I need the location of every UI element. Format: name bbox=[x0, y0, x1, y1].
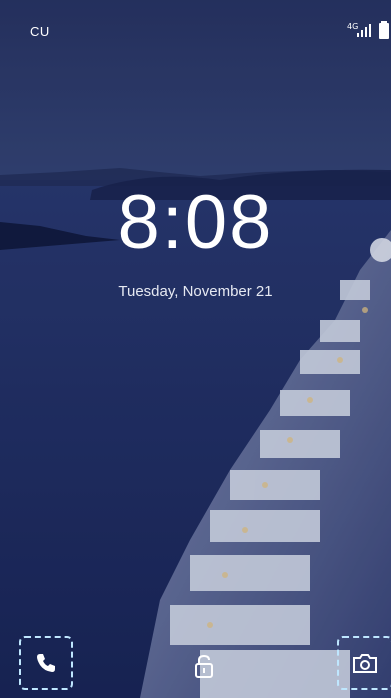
lock-clock: 8:08 bbox=[117, 180, 274, 265]
lock-date: Tuesday, November 21 bbox=[118, 283, 273, 300]
camera-icon bbox=[353, 654, 377, 673]
phone-shortcut-button[interactable] bbox=[19, 636, 73, 690]
signal-bars-icon: 4G bbox=[347, 22, 371, 37]
battery-icon bbox=[379, 21, 389, 39]
network-badge: 4G bbox=[347, 22, 358, 31]
phone-icon bbox=[37, 654, 55, 672]
status-icons: 4G bbox=[347, 19, 391, 39]
carrier-label: CU bbox=[30, 24, 50, 39]
lock-screen: CU 4G 8:08 Tuesday, November 21 bbox=[0, 0, 391, 698]
santorini-wallpaper bbox=[0, 0, 391, 698]
unlock-icon bbox=[195, 654, 213, 678]
unlock-button[interactable] bbox=[193, 652, 215, 680]
camera-shortcut-button[interactable] bbox=[337, 636, 391, 690]
status-bar: CU 4G bbox=[0, 0, 391, 39]
